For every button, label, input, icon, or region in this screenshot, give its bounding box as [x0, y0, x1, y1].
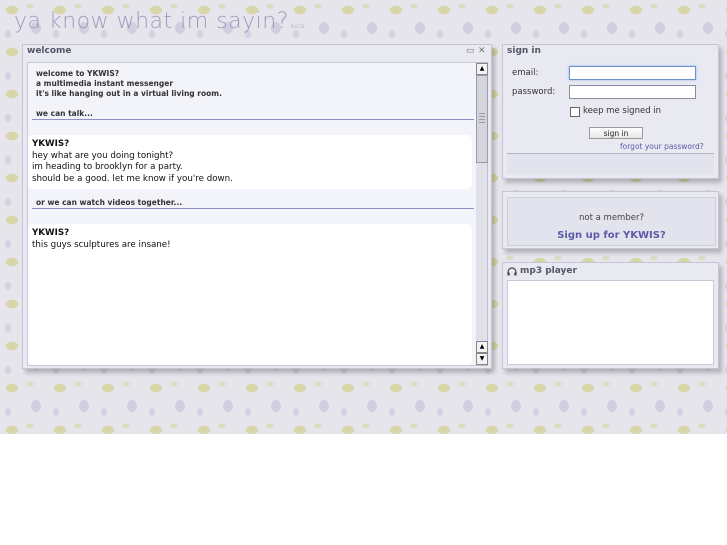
chat-transcript: welcome to YKWIS? a multimedia instant m…: [27, 62, 478, 366]
intro-line: it's like hanging out in a virtual livin…: [36, 89, 222, 98]
keep-signed-in-checkbox[interactable]: [570, 107, 580, 117]
mp3-player-area[interactable]: [507, 280, 714, 365]
member-panel: not a member? Sign up for YKWIS?: [502, 191, 719, 249]
sign-in-title: sign in: [507, 46, 541, 56]
maximize-icon[interactable]: ▭: [466, 46, 475, 56]
mp3-player-header: mp3 player: [503, 263, 718, 278]
headphones-icon: [507, 266, 517, 275]
sign-in-panel: sign in email: password: keep me signed …: [502, 44, 719, 179]
mp3-player-panel: mp3 player: [502, 262, 719, 369]
forgot-password-link[interactable]: forgot your password?: [620, 142, 704, 151]
not-member-text: not a member?: [579, 213, 644, 223]
sign-in-header: sign in: [503, 45, 718, 60]
message-line: this guys sculptures are insane!: [32, 239, 171, 250]
scroll-thumb[interactable]: [476, 75, 488, 163]
message-sender: YKWIS?: [32, 139, 70, 149]
chat-message: YKWIS? this guys sculptures are insane!: [28, 224, 472, 365]
password-field[interactable]: [569, 85, 696, 99]
sign-in-button[interactable]: sign in: [589, 127, 643, 139]
message-sender: YKWIS?: [32, 228, 70, 238]
chat-scrollbar[interactable]: ▲ ▲ ▼: [476, 62, 488, 366]
sign-in-footer: [507, 153, 714, 174]
scroll-up-button-lower[interactable]: ▲: [476, 341, 488, 353]
intro-line: welcome to YKWIS?: [36, 69, 120, 78]
chat-message: YKWIS? hey what are you doing tonight? i…: [28, 135, 472, 189]
member-box: not a member? Sign up for YKWIS?: [507, 197, 716, 246]
section-label-talk: we can talk...: [36, 109, 93, 118]
sign-up-link[interactable]: Sign up for YKWIS?: [557, 230, 666, 241]
intro-line: a multimedia instant messenger: [36, 79, 174, 88]
intro-text: welcome to YKWIS? a multimedia instant m…: [36, 69, 222, 99]
mp3-player-title: mp3 player: [520, 266, 577, 276]
message-line: should be a good. let me know if you're …: [32, 173, 233, 184]
email-label: email:: [512, 68, 539, 78]
message-line: hey what are you doing tonight?: [32, 150, 174, 161]
grip-icon: [479, 113, 485, 125]
message-line: im heading to brooklyn for a party.: [32, 162, 183, 172]
email-field[interactable]: [569, 66, 696, 80]
welcome-panel-title: welcome: [27, 46, 72, 56]
scroll-up-button[interactable]: ▲: [476, 63, 488, 75]
divider: [32, 208, 474, 209]
divider: [32, 119, 474, 120]
password-label: password:: [512, 87, 556, 97]
section-label-videos: or we can watch videos together...: [36, 198, 183, 207]
welcome-panel-header: welcome ▭ ✕: [23, 45, 491, 60]
site-logo[interactable]: ya know what im sayin? beta: [14, 9, 304, 34]
scroll-down-button[interactable]: ▼: [476, 353, 488, 365]
logo-text: ya know what im sayin?: [14, 9, 289, 34]
welcome-panel: welcome ▭ ✕ welcome to YKWIS? a multimed…: [22, 44, 492, 369]
close-icon[interactable]: ✕: [478, 46, 486, 56]
beta-badge: beta: [290, 23, 305, 30]
keep-signed-in-label: keep me signed in: [583, 106, 662, 116]
